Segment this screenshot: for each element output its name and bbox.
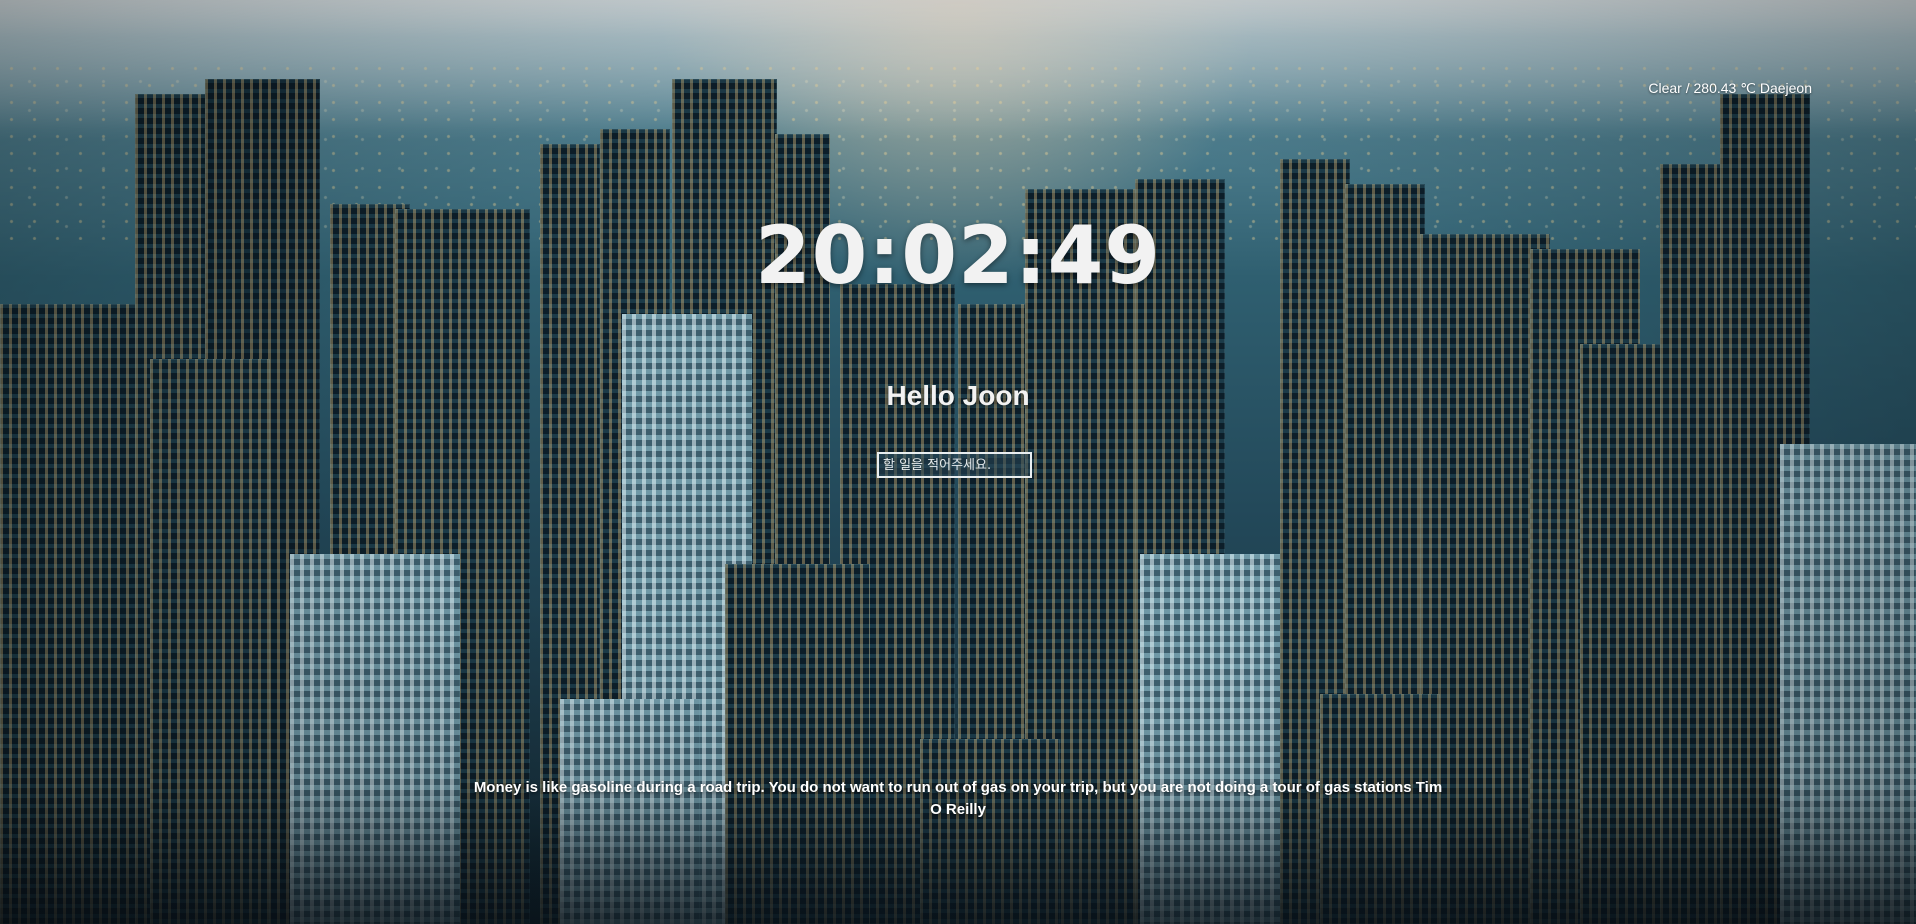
clock: 20:02:49: [755, 209, 1161, 302]
weather-readout: Clear / 280.43 ℃ Daejeon: [1648, 80, 1812, 96]
todo-input[interactable]: [877, 452, 1032, 478]
quote-text: Money is like gasoline during a road tri…: [473, 779, 1443, 818]
greeting-text: Hello Joon: [886, 380, 1030, 411]
todo-form: [877, 452, 1032, 478]
